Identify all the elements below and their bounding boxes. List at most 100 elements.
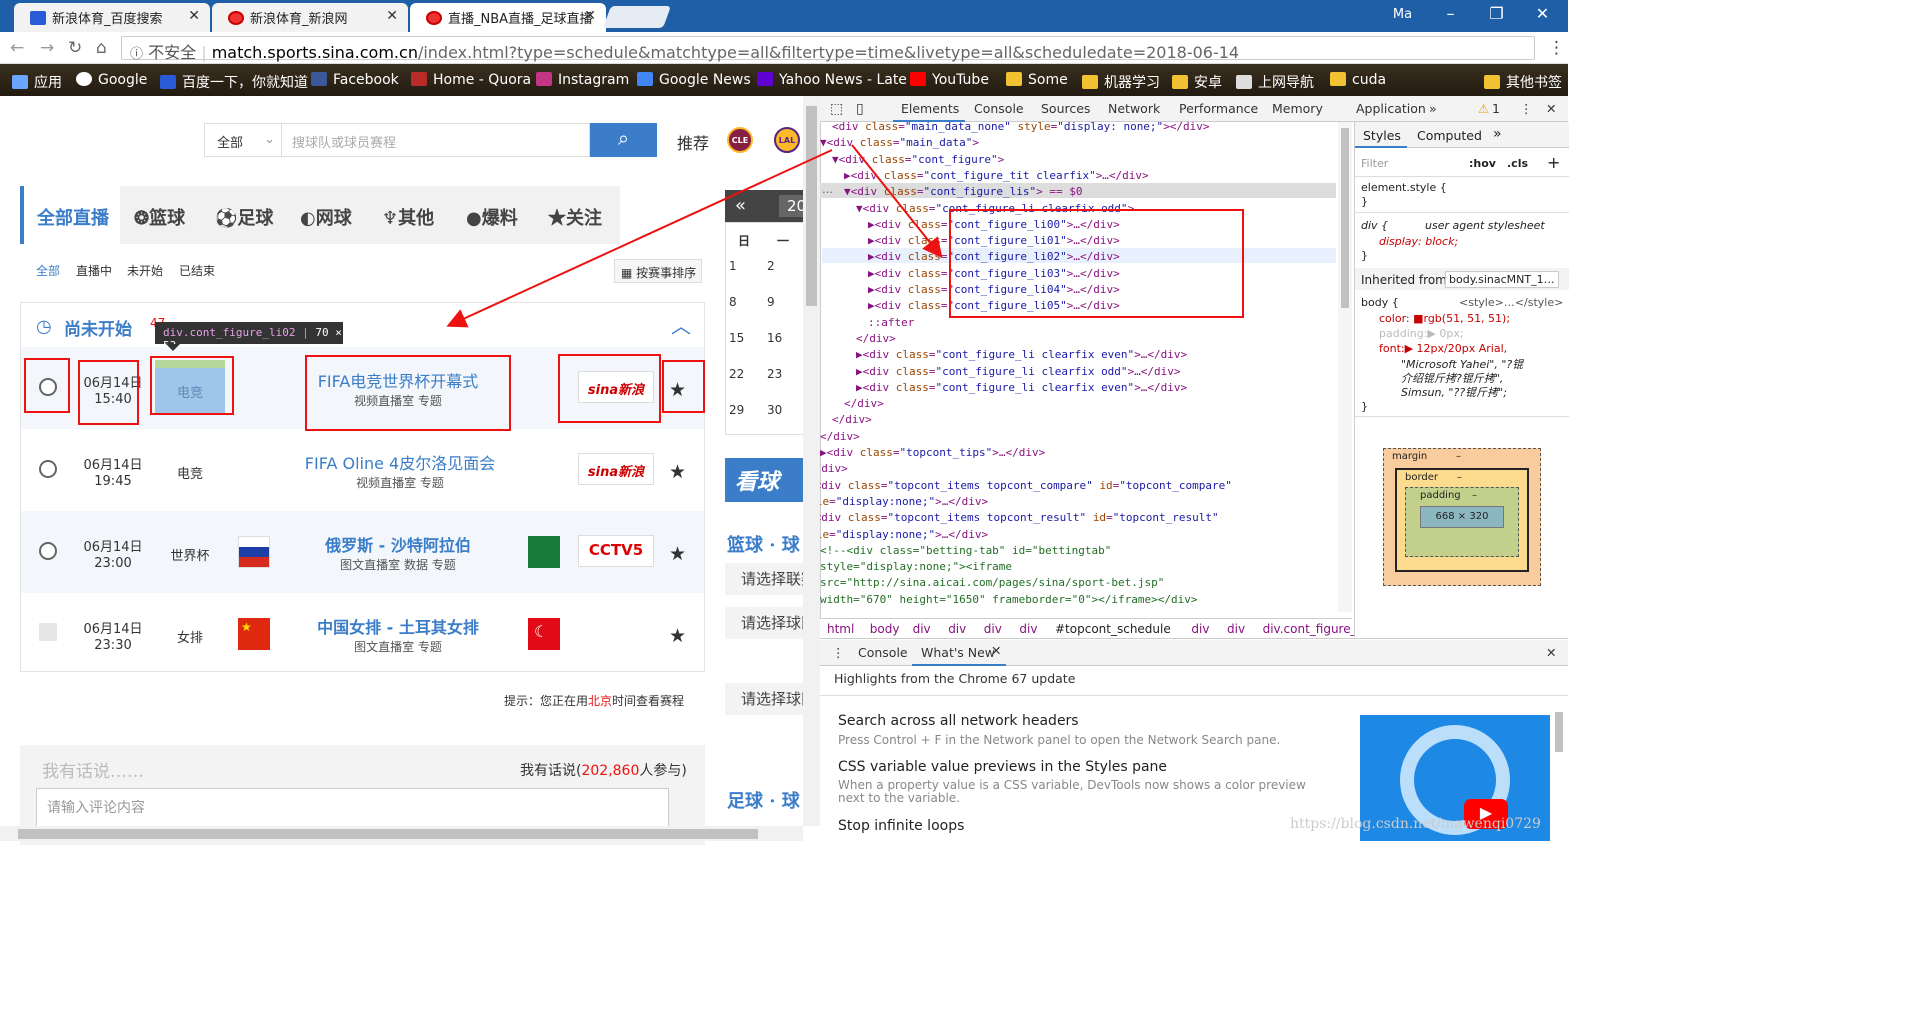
bookmark-instagram[interactable]: Instagram bbox=[536, 72, 629, 88]
device-toolbar-icon[interactable]: ▯ bbox=[856, 101, 864, 117]
team-logo-lal[interactable]: LAL bbox=[774, 127, 800, 153]
bookmark-quora[interactable]: Home - Quora bbox=[411, 72, 531, 88]
inherited-from-link[interactable]: body.sinacMNT_1… bbox=[1445, 271, 1559, 288]
bookmark-folder-some[interactable]: Some bbox=[1006, 72, 1068, 88]
dom-node-line[interactable]: ▶<div class="cont_figure_li clearfix eve… bbox=[856, 348, 1187, 361]
calendar-day[interactable]: 29 bbox=[729, 403, 744, 417]
tab-console[interactable]: Console bbox=[974, 101, 1024, 116]
dom-node-line[interactable]: </div> bbox=[832, 413, 872, 426]
page-vertical-scrollbar[interactable] bbox=[803, 96, 820, 826]
dom-node-line[interactable]: ▼<div class="cont_figure_lis"> == $0 bbox=[844, 185, 1082, 198]
team-select[interactable]: 请选择球队 bbox=[725, 683, 805, 715]
drawer-menu-icon[interactable]: ⋮ bbox=[832, 645, 845, 660]
browser-tab-sina[interactable]: 新浪体育_新浪网 ✕ bbox=[212, 3, 408, 32]
devtools-menu-icon[interactable]: ⋮ bbox=[1520, 101, 1533, 116]
dom-node-line[interactable]: ▶<div class="cont_figure_li00">…</div> bbox=[868, 218, 1120, 231]
warning-icon[interactable]: ⚠ bbox=[1478, 101, 1489, 116]
dom-node-line[interactable]: ▼<div class="main_data"> bbox=[820, 136, 979, 149]
bookmark-google-news[interactable]: Google News bbox=[637, 72, 751, 88]
dom-node-line[interactable]: ▶<div class="cont_figure_li01">…</div> bbox=[868, 234, 1120, 247]
dom-node-line[interactable]: </div> bbox=[856, 332, 896, 345]
tab-application[interactable]: Application bbox=[1356, 101, 1426, 116]
close-drawer-tab-icon[interactable]: ✕ bbox=[991, 643, 1001, 658]
browser-tab-live[interactable]: 直播_NBA直播_足球直播 ✕ bbox=[410, 3, 606, 32]
calendar-day[interactable]: 23 bbox=[767, 367, 782, 381]
match-links[interactable]: 图文直播室 数据 专题 bbox=[268, 556, 528, 573]
forward-icon[interactable]: → bbox=[40, 38, 54, 58]
calendar-day[interactable]: 2 bbox=[767, 259, 775, 273]
tab-other[interactable]: ♆其他 bbox=[382, 186, 434, 244]
element-style-rule[interactable]: element.style { bbox=[1361, 181, 1447, 194]
breadcrumb-item[interactable]: div bbox=[1191, 622, 1209, 636]
team-select[interactable]: 请选择球队 bbox=[725, 607, 805, 639]
search-input[interactable]: 搜球队或球员赛程 bbox=[282, 123, 590, 157]
breadcrumb-item[interactable]: #topcont_schedule bbox=[1055, 622, 1171, 636]
styles-filter-input[interactable]: Filter bbox=[1361, 157, 1388, 170]
match-title-link[interactable]: FIFA Oline 4皮尔洛见面会 bbox=[270, 450, 530, 474]
bookmark-apps[interactable]: 应用 bbox=[12, 72, 62, 92]
menu-icon[interactable]: ⋮ bbox=[1548, 38, 1565, 58]
news-item-title[interactable]: CSS variable value previews in the Style… bbox=[838, 759, 1167, 775]
dom-node-line[interactable]: ▶<div class="cont_figure_li03">…</div> bbox=[868, 267, 1120, 280]
match-title-link[interactable]: 俄罗斯 - 沙特阿拉伯 bbox=[268, 532, 528, 556]
dom-node-line[interactable]: ▶<div class="cont_figure_tit clearfix">…… bbox=[844, 169, 1149, 182]
css-declaration[interactable]: color: ■rgb(51, 51, 51); bbox=[1379, 312, 1510, 325]
page-horizontal-scrollbar[interactable] bbox=[0, 826, 803, 841]
close-window-icon[interactable]: ✕ bbox=[1520, 4, 1565, 23]
tab-all-live[interactable]: 全部直播 bbox=[20, 186, 120, 244]
tab-basketball[interactable]: ❂篮球 bbox=[134, 186, 185, 244]
drawer-tab-console[interactable]: Console bbox=[858, 645, 908, 660]
dom-node-line[interactable]: ▶<div class="topcont_items topcont_compa… bbox=[820, 479, 1232, 492]
breadcrumb-item[interactable]: div bbox=[948, 622, 966, 636]
box-model-content[interactable]: 668 × 320 bbox=[1420, 506, 1504, 528]
sina-channel-logo[interactable]: sina新浪 bbox=[578, 453, 654, 485]
back-icon[interactable]: ← bbox=[10, 38, 24, 58]
bookmark-folder-cuda[interactable]: cuda bbox=[1330, 72, 1386, 88]
dom-node-line[interactable]: ▶<div class="cont_figure_li02">…</div> bbox=[868, 250, 1120, 263]
css-declaration[interactable]: font:▶ 12px/20px Arial, bbox=[1379, 342, 1507, 355]
drawer-scrollbar[interactable] bbox=[1552, 700, 1566, 800]
close-tab-icon[interactable]: ✕ bbox=[584, 8, 596, 24]
tab-performance[interactable]: Performance bbox=[1179, 101, 1258, 116]
dom-node-line[interactable]: style="display:none;"><iframe bbox=[820, 560, 1012, 573]
dom-node-line[interactable]: </div> bbox=[820, 430, 860, 443]
bookmark-folder-android[interactable]: 安卓 bbox=[1172, 72, 1222, 92]
filter-live[interactable]: 直播中 bbox=[76, 262, 112, 279]
dom-node-line[interactable]: ▼<div class="cont_figure_li clearfix odd… bbox=[856, 202, 1134, 215]
style-source-link[interactable]: <style>…</style> bbox=[1459, 296, 1563, 309]
breadcrumb-item[interactable]: div bbox=[1019, 622, 1037, 636]
profile-name[interactable]: Ma bbox=[1380, 7, 1425, 22]
search-button[interactable]: ⌕ bbox=[590, 123, 657, 157]
more-tabs-icon[interactable]: » bbox=[1429, 101, 1437, 116]
bookmark-baidu[interactable]: 百度一下，你就知道 bbox=[160, 72, 308, 92]
dom-node-line[interactable]: ▶<div class="topcont_items topcont_resul… bbox=[820, 511, 1219, 524]
breadcrumb-item[interactable]: body bbox=[870, 622, 900, 636]
match-links[interactable]: 视频直播室 专题 bbox=[270, 474, 530, 491]
new-tab-button[interactable] bbox=[602, 6, 672, 28]
dom-node-line[interactable]: </div> bbox=[844, 397, 884, 410]
tab-tennis[interactable]: ◐网球 bbox=[300, 186, 352, 244]
maximize-icon[interactable]: ❐ bbox=[1474, 4, 1519, 23]
dom-node-line[interactable]: ::after bbox=[868, 316, 914, 329]
home-icon[interactable]: ⌂ bbox=[96, 38, 107, 58]
dom-node-line[interactable]: style="display:none;">…</div> bbox=[820, 495, 988, 508]
tab-styles[interactable]: Styles bbox=[1363, 128, 1401, 143]
tab-memory[interactable]: Memory bbox=[1272, 101, 1323, 116]
calendar-day[interactable]: 15 bbox=[729, 331, 744, 345]
tab-news[interactable]: ●爆料 bbox=[466, 186, 518, 244]
dom-node-line[interactable]: src="http://sina.aicai.com/pages/sina/sp… bbox=[820, 576, 1164, 589]
dom-node-line[interactable]: </div> bbox=[820, 462, 848, 475]
follow-star-icon[interactable]: ★ bbox=[669, 625, 686, 647]
calendar-day[interactable]: 16 bbox=[767, 331, 782, 345]
league-select[interactable]: 请选择联赛 bbox=[725, 563, 805, 595]
calendar-day[interactable]: 22 bbox=[729, 367, 744, 381]
promo-banner[interactable]: 看球 bbox=[725, 458, 805, 502]
tab-sources[interactable]: Sources bbox=[1041, 101, 1090, 116]
css-declaration[interactable]: padding:▶ 0px; bbox=[1379, 327, 1464, 340]
address-bar[interactable]: ⓘ 不安全 | match.sports.sina.com.cn/index.h… bbox=[121, 36, 1535, 62]
breadcrumb-item[interactable]: div bbox=[984, 622, 1002, 636]
tab-network[interactable]: Network bbox=[1108, 101, 1160, 116]
more-panes-icon[interactable]: » bbox=[1493, 126, 1502, 142]
filter-ended[interactable]: 已结束 bbox=[179, 262, 215, 279]
news-item-title[interactable]: Stop infinite loops bbox=[838, 818, 964, 834]
